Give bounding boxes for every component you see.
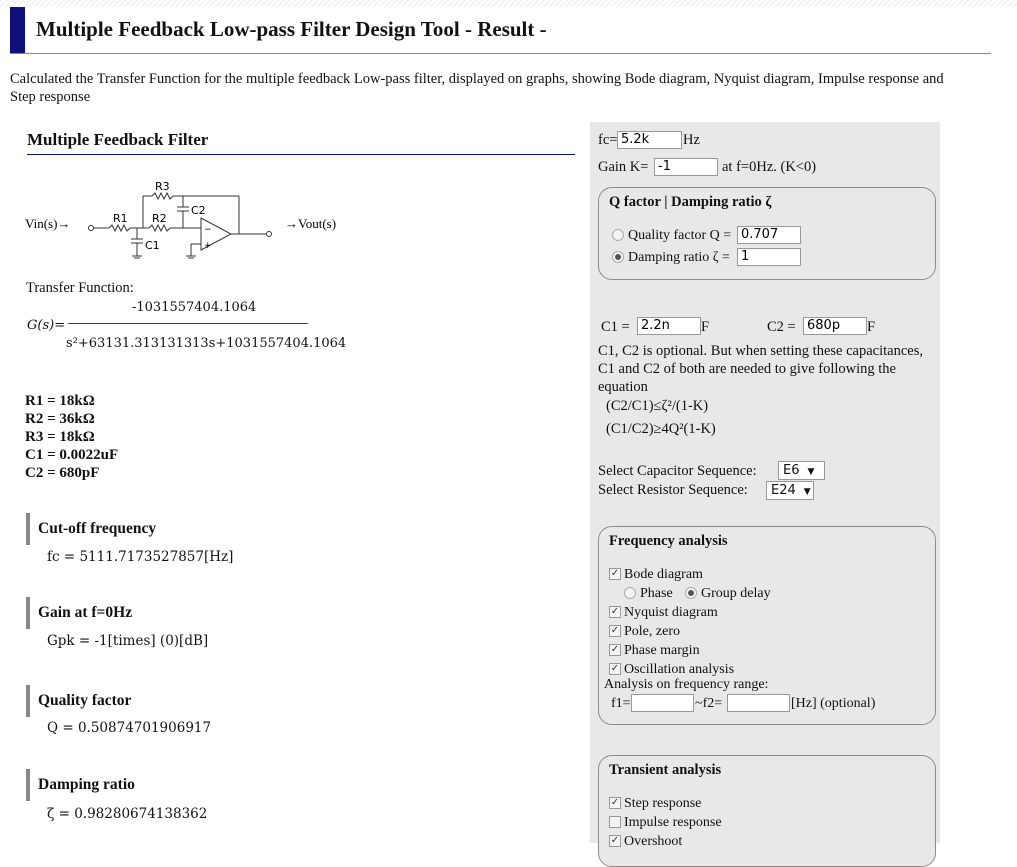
step-response-label: Step response [624,796,702,811]
intro-text: Calculated the Transfer Function for the… [10,71,944,105]
zeta-input[interactable]: 1 [737,248,801,266]
damping-value: ζ = 0.98280674138362 [47,806,208,822]
chevron-down-icon: ▼ [803,487,811,497]
damping-section: Damping ratio [26,769,330,801]
overshoot-checkbox[interactable]: ✓ [609,835,621,847]
nyquist-label: Nyquist diagram [624,605,718,620]
page-title: Multiple Feedback Low-pass Filter Design… [36,17,547,41]
impulse-response-checkbox[interactable]: ✓ [609,816,621,828]
oscillation-checkbox[interactable]: ✓ [609,663,621,675]
equation-1: (C2/C1)≤ζ²/(1-K) [606,398,709,414]
pole-zero-checkbox[interactable]: ✓ [609,625,621,637]
q-factor-box-title: Q factor | Damping ratio ζ [609,194,772,210]
cutoff-section: Cut-off frequency [26,513,330,545]
phase-margin-checkbox[interactable]: ✓ [609,644,621,656]
gain-k-label: Gain K= [598,159,649,175]
gain-k-note: at f=0Hz. (K<0) [722,159,817,175]
range-label: Analysis on frequency range: [604,677,769,692]
capacitor-sequence-label: Select Capacitor Sequence: [598,463,757,479]
group-delay-label: Group delay [701,586,771,601]
filter-section-title: Multiple Feedback Filter [27,130,575,155]
f2-input[interactable] [727,694,790,712]
fc-unit: Hz [683,132,700,148]
group-delay-radio[interactable] [685,587,697,599]
gain-value: Gpk = -1[times] (0)[dB] [47,633,209,649]
cutoff-title: Cut-off frequency [38,520,157,537]
chevron-down-icon: ▼ [807,467,815,477]
quality-section: Quality factor [26,685,330,717]
c2-input[interactable]: 680p [803,317,867,335]
fc-input[interactable]: 5.2k [617,131,682,149]
damping-title: Damping ratio [38,776,135,793]
capacitor-note: C1, C2 is optional. But when setting the… [598,343,923,395]
gain-section: Gain at f=0Hz [26,597,330,629]
vout-label: →Vout(s) [285,216,336,231]
top-stripe [0,0,1017,7]
range-unit: [Hz] (optional) [791,696,876,711]
r2-label: R2 [152,212,167,225]
opamp-plus: + [204,241,212,251]
f1-label: f1= [611,696,631,711]
c1-input-label: C1 = [601,319,630,335]
pole-zero-label: Pole, zero [624,624,680,639]
quality-value: Q = 0.50874701906917 [47,720,212,736]
overshoot-label: Overshoot [624,834,683,849]
c1-input[interactable]: 2.2n [637,317,701,335]
c2-label: C2 [191,204,206,217]
oscillation-label: Oscillation analysis [624,662,735,677]
value-c2: C2 = 680pF [25,465,100,481]
header-accent-bar [10,7,25,53]
c1-label: C1 [145,239,160,252]
capacitor-sequence-value: E6 [783,463,800,478]
r1-label: R1 [113,212,128,225]
c2-unit: F [867,319,876,335]
gain-title: Gain at f=0Hz [38,604,133,621]
q-option-label: Quality factor Q = [628,228,732,243]
value-r3: R3 = 18kΩ [25,429,95,445]
c1-unit: F [701,319,710,335]
transient-analysis-title: Transient analysis [609,762,722,778]
zeta-option-radio[interactable] [612,251,624,263]
tf-denominator: s²+63131.313131313s+1031557404.1064 [66,336,347,351]
q-option-radio[interactable] [612,229,624,241]
vin-label: Vin(s)→ [25,216,70,231]
opamp-minus: − [204,225,212,235]
fc-label: fc= [598,132,618,148]
phase-margin-label: Phase margin [624,643,700,658]
component-values: R1 = 18kΩ R2 = 36kΩ R3 = 18kΩ C1 = 0.002… [25,392,118,482]
cutoff-value: fc = 5111.7173527857[Hz] [47,549,234,565]
r3-label: R3 [155,180,170,193]
value-r2: R2 = 36kΩ [25,411,95,427]
circuit-diagram: Vin(s)→ →Vout(s) R1 R2 R3 C1 C2 − + [25,180,336,259]
page-header: Multiple Feedback Low-pass Filter Design… [10,7,991,54]
tf-g-label: G(s)= [27,318,66,333]
resistor-sequence-value: E24 [771,483,796,498]
phase-radio[interactable] [624,587,636,599]
f2-label: ~f2= [695,696,723,711]
q-input[interactable]: 0.707 [737,226,801,244]
impulse-response-label: Impulse response [624,815,722,830]
resistor-sequence-select[interactable]: E24 ▼ [766,481,814,500]
resistor-sequence-label: Select Resistor Sequence: [598,482,748,498]
frequency-analysis-title: Frequency analysis [609,533,728,549]
zeta-option-label: Damping ratio ζ = [628,250,730,265]
quality-title: Quality factor [38,692,132,709]
step-response-checkbox[interactable]: ✓ [609,797,621,809]
value-r1: R1 = 18kΩ [25,393,95,409]
value-c1: C1 = 0.0022uF [25,447,119,463]
gain-k-input[interactable]: -1 [654,158,718,176]
nyquist-checkbox[interactable]: ✓ [609,606,621,618]
phase-label: Phase [640,586,673,601]
equation-2: (C1/C2)≥4Q²(1-K) [606,421,716,437]
tf-fraction-line [68,323,308,324]
capacitor-sequence-select[interactable]: E6 ▼ [778,461,825,480]
bode-label: Bode diagram [624,567,703,582]
f1-input[interactable] [631,694,694,712]
bode-checkbox[interactable]: ✓ [609,568,621,580]
tf-numerator: -1031557404.1064 [132,300,257,315]
transfer-function-label: Transfer Function: [26,280,134,296]
c2-input-label: C2 = [767,319,796,335]
